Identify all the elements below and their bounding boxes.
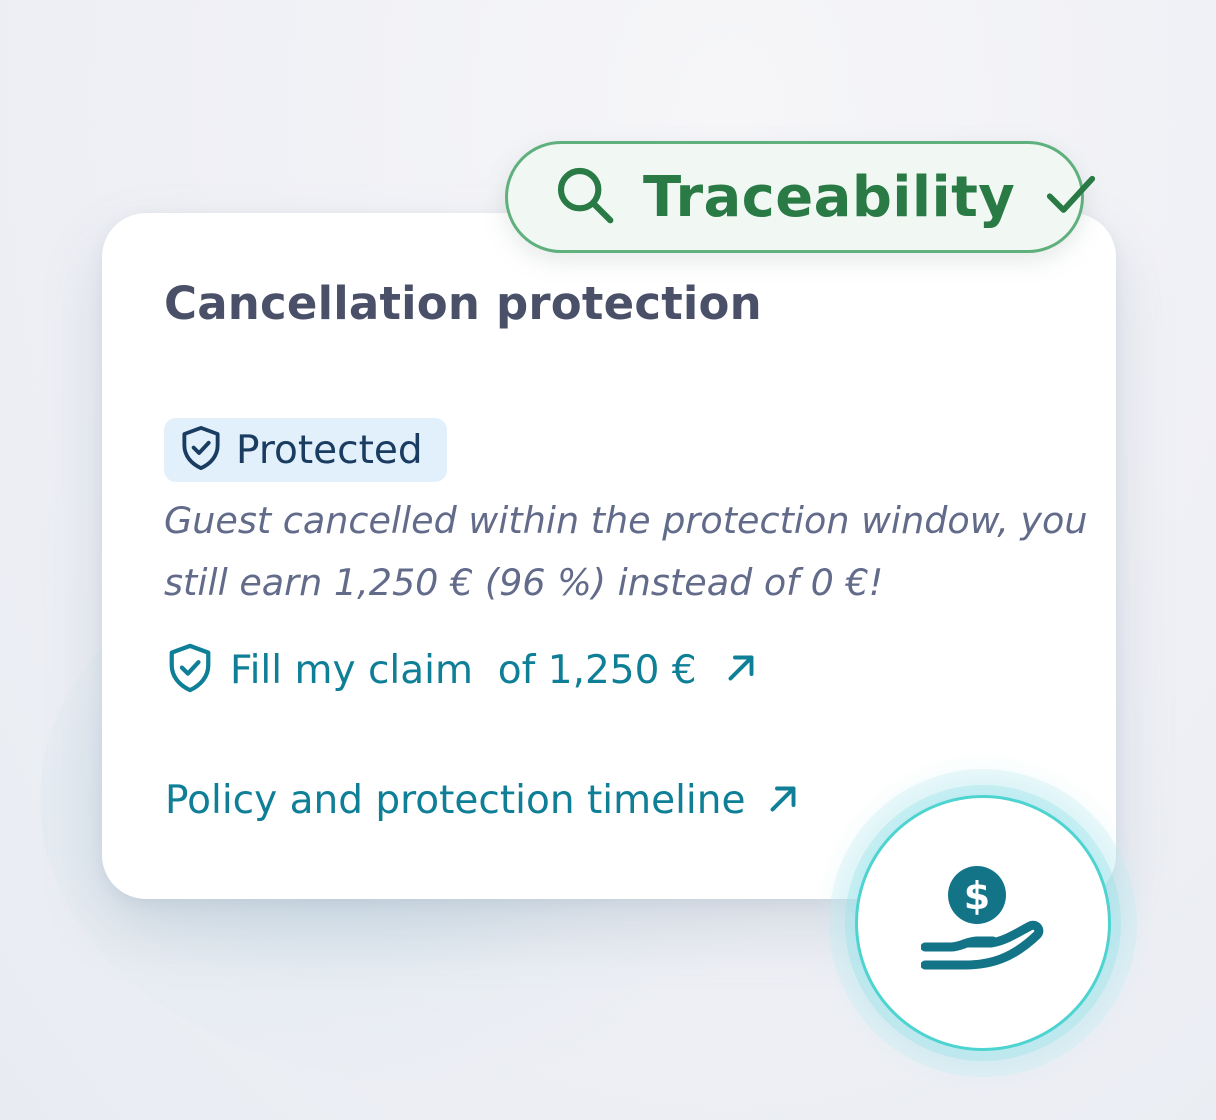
search-icon bbox=[553, 163, 617, 231]
protected-status-badge: Protected bbox=[164, 418, 447, 482]
check-icon bbox=[1041, 165, 1101, 229]
protection-message: Guest cancelled within the protection wi… bbox=[164, 499, 1088, 604]
traceability-label: Traceability bbox=[643, 164, 1016, 230]
hand-holding-dollar-icon: $ bbox=[920, 865, 1045, 981]
arrow-up-right-icon bbox=[723, 650, 759, 690]
policy-timeline-link[interactable]: Policy and protection timeline bbox=[165, 778, 801, 823]
status-label: Protected bbox=[236, 427, 423, 473]
arrow-up-right-icon bbox=[765, 781, 801, 821]
fill-claim-link[interactable]: Fill my claim of 1,250 € bbox=[166, 643, 759, 697]
traceability-badge: Traceability bbox=[505, 141, 1096, 253]
policy-timeline-label: Policy and protection timeline bbox=[165, 778, 746, 823]
card-title: Cancellation protection bbox=[164, 277, 762, 330]
payout-icon-badge: $ bbox=[855, 795, 1111, 1051]
shield-check-icon bbox=[166, 643, 214, 697]
fill-claim-label: Fill my claim of 1,250 € bbox=[230, 647, 697, 693]
svg-text:$: $ bbox=[964, 874, 990, 918]
shield-check-icon bbox=[180, 425, 222, 475]
